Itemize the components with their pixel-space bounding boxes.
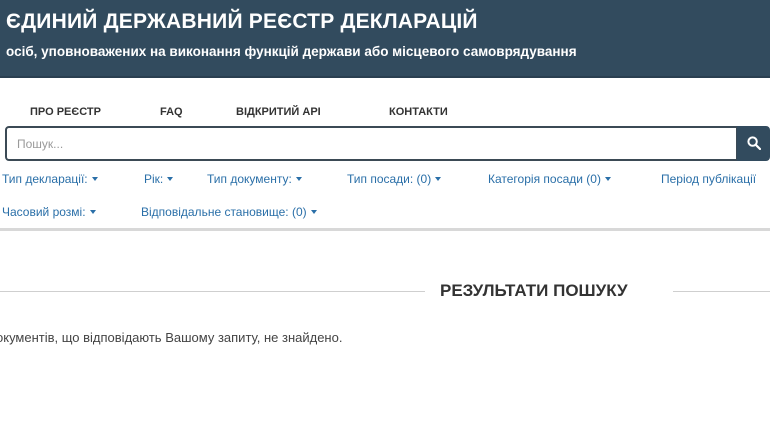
nav-item-about[interactable]: ПРО РЕЄСТР bbox=[30, 106, 101, 118]
caret-down-icon bbox=[310, 209, 317, 214]
filter-label: Часовий розмі: bbox=[2, 205, 86, 219]
caret-down-icon bbox=[167, 176, 174, 181]
results-divider-left bbox=[0, 291, 425, 292]
results-title: РЕЗУЛЬТАТИ ПОШУКУ bbox=[440, 281, 628, 300]
caret-down-icon bbox=[435, 176, 442, 181]
nav-item-faq[interactable]: FAQ bbox=[160, 106, 183, 118]
filter-publication-period[interactable]: Період публікації bbox=[661, 172, 756, 186]
filter-declaration-type[interactable]: Тип декларації: bbox=[2, 172, 98, 186]
filter-responsible-position[interactable]: Відповідальне становище: (0) bbox=[141, 205, 317, 219]
filter-label: Тип документу: bbox=[207, 172, 292, 186]
search-bar bbox=[5, 126, 770, 161]
search-input[interactable] bbox=[5, 126, 738, 161]
filter-label: Відповідальне становище: (0) bbox=[141, 205, 307, 219]
filter-label: Тип декларації: bbox=[2, 172, 88, 186]
caret-down-icon bbox=[295, 176, 302, 181]
nav-item-open-api[interactable]: ВІДКРИТИЙ API bbox=[236, 106, 321, 118]
site-header: ЄДИНИЙ ДЕРЖАВНИЙ РЕЄСТР ДЕКЛАРАЦІЙ осіб,… bbox=[0, 0, 770, 78]
filter-label: Тип посади: (0) bbox=[347, 172, 432, 186]
nav-item-contacts[interactable]: КОНТАКТИ bbox=[389, 106, 448, 118]
caret-down-icon bbox=[91, 176, 98, 181]
filter-label: Період публікації bbox=[661, 172, 757, 186]
search-icon bbox=[747, 136, 761, 150]
site-title[interactable]: ЄДИНИЙ ДЕРЖАВНИЙ РЕЄСТР ДЕКЛАРАЦІЙ bbox=[6, 10, 478, 34]
filter-label: Категорія посади (0) bbox=[488, 172, 601, 186]
main-nav: ПРО РЕЄСТР FAQ ВІДКРИТИЙ API КОНТАКТИ bbox=[0, 106, 770, 124]
filter-time-range[interactable]: Часовий розмі: bbox=[2, 205, 96, 219]
no-results-message: окументів, що відповідають Вашому запиту… bbox=[0, 330, 343, 345]
filter-position-type[interactable]: Тип посади: (0) bbox=[347, 172, 442, 186]
results-divider-right bbox=[673, 291, 770, 292]
site-subtitle: осіб, уповноважених на виконання функцій… bbox=[6, 44, 577, 59]
filter-year[interactable]: Рік: bbox=[144, 172, 174, 186]
filter-label: Рік: bbox=[144, 172, 164, 186]
filter-position-category[interactable]: Категорія посади (0) bbox=[488, 172, 611, 186]
filter-bar: Тип декларації: Рік: Тип документу: Тип … bbox=[0, 170, 770, 220]
search-button[interactable] bbox=[737, 126, 770, 161]
caret-down-icon bbox=[89, 209, 96, 214]
filter-document-type[interactable]: Тип документу: bbox=[207, 172, 302, 186]
caret-down-icon bbox=[604, 176, 611, 181]
